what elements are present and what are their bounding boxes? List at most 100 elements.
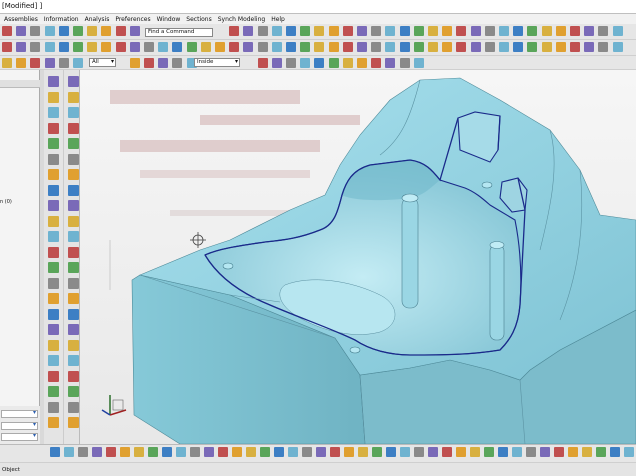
snap-scope-dropdown[interactable]: Inside	[194, 58, 240, 67]
find-command-input[interactable]: Find a Command	[145, 28, 213, 37]
graphics-viewport[interactable]	[80, 70, 636, 444]
toolbar-button-icon[interactable]	[399, 42, 410, 52]
toolbar-button-icon[interactable]	[596, 447, 606, 457]
toolbar-button-icon[interactable]	[215, 42, 225, 52]
toolbar-button-icon[interactable]	[186, 42, 197, 52]
vertical-tool-icon[interactable]	[68, 386, 79, 397]
toolbar-button-icon[interactable]	[570, 42, 580, 52]
toolbar-button-icon[interactable]	[64, 447, 74, 457]
toolbar-button-icon[interactable]	[30, 42, 41, 52]
toolbar-button-icon[interactable]	[385, 26, 396, 36]
vertical-tool-icon[interactable]	[48, 91, 59, 103]
toolbar-button-icon[interactable]	[399, 26, 410, 36]
vertical-tool-icon[interactable]	[68, 91, 79, 103]
toolbar-button-icon[interactable]	[442, 447, 452, 457]
toolbar-button-icon[interactable]	[129, 58, 140, 68]
toolbar-button-icon[interactable]	[58, 42, 69, 52]
toolbar-button-icon[interactable]	[612, 42, 623, 52]
vertical-tool-icon[interactable]	[68, 339, 79, 351]
toolbar-button-icon[interactable]	[73, 42, 83, 52]
vertical-tool-icon[interactable]	[48, 153, 59, 165]
toolbar-button-icon[interactable]	[456, 42, 467, 52]
toolbar-button-icon[interactable]	[513, 26, 524, 36]
toolbar-button-icon[interactable]	[328, 26, 339, 36]
toolbar-button-icon[interactable]	[2, 26, 12, 36]
toolbar-button-icon[interactable]	[499, 42, 509, 52]
toolbar-button-icon[interactable]	[372, 447, 382, 457]
toolbar-button-icon[interactable]	[243, 26, 254, 36]
vertical-tool-icon[interactable]	[48, 293, 59, 304]
toolbar-button-icon[interactable]	[358, 447, 368, 457]
vertical-tool-icon[interactable]	[48, 355, 59, 366]
menu-sections[interactable]: Sections	[186, 16, 211, 23]
toolbar-button-icon[interactable]	[2, 42, 12, 52]
toolbar-button-icon[interactable]	[413, 26, 424, 36]
toolbar-button-icon[interactable]	[400, 447, 410, 457]
navigator-item[interactable]: n (0)	[0, 199, 12, 205]
toolbar-button-icon[interactable]	[73, 58, 83, 68]
vertical-tool-icon[interactable]	[68, 401, 79, 413]
toolbar-button-icon[interactable]	[540, 447, 550, 457]
toolbar-button-icon[interactable]	[484, 42, 495, 52]
toolbar-button-icon[interactable]	[58, 58, 69, 68]
toolbar-button-icon[interactable]	[541, 42, 552, 52]
toolbar-button-icon[interactable]	[568, 447, 578, 457]
toolbar-button-icon[interactable]	[498, 447, 508, 457]
menu-synch-modeling[interactable]: Synch Modeling	[218, 16, 265, 23]
vertical-tool-icon[interactable]	[48, 308, 59, 320]
vertical-tool-icon[interactable]	[68, 215, 79, 227]
vertical-tool-icon[interactable]	[68, 231, 79, 242]
toolbar-button-icon[interactable]	[428, 447, 438, 457]
menu-information[interactable]: Information	[44, 16, 79, 23]
toolbar-button-icon[interactable]	[190, 447, 200, 457]
toolbar-button-icon[interactable]	[484, 447, 494, 457]
vertical-tool-icon[interactable]	[48, 401, 59, 413]
toolbar-button-icon[interactable]	[328, 58, 339, 68]
toolbar-button-icon[interactable]	[232, 447, 242, 457]
vertical-tool-icon[interactable]	[68, 293, 79, 304]
menu-window[interactable]: Window	[157, 16, 181, 23]
toolbar-button-icon[interactable]	[200, 42, 211, 52]
vertical-tool-icon[interactable]	[48, 370, 59, 382]
toolbar-button-icon[interactable]	[499, 26, 509, 36]
vertical-tool-icon[interactable]	[48, 138, 59, 149]
toolbar-button-icon[interactable]	[30, 26, 41, 36]
toolbar-button-icon[interactable]	[526, 447, 536, 457]
toolbar-button-icon[interactable]	[73, 26, 83, 36]
vertical-tool-icon[interactable]	[48, 417, 59, 428]
vertical-tool-icon[interactable]	[48, 386, 59, 397]
toolbar-button-icon[interactable]	[527, 42, 538, 52]
toolbar-button-icon[interactable]	[428, 42, 438, 52]
vertical-tool-icon[interactable]	[48, 324, 59, 335]
toolbar-button-icon[interactable]	[598, 42, 609, 52]
toolbar-button-icon[interactable]	[314, 26, 325, 36]
vertical-tool-icon[interactable]	[68, 122, 79, 134]
toolbar-button-icon[interactable]	[243, 42, 254, 52]
toolbar-button-icon[interactable]	[300, 26, 311, 36]
vertical-tool-icon[interactable]	[48, 200, 59, 211]
vertical-tool-icon[interactable]	[68, 324, 79, 335]
toolbar-button-icon[interactable]	[582, 447, 592, 457]
toolbar-button-icon[interactable]	[274, 447, 284, 457]
toolbar-button-icon[interactable]	[288, 447, 298, 457]
toolbar-button-icon[interactable]	[176, 447, 186, 457]
vertical-tool-icon[interactable]	[48, 76, 59, 87]
toolbar-button-icon[interactable]	[92, 447, 102, 457]
vertical-tool-icon[interactable]	[68, 262, 79, 273]
toolbar-button-icon[interactable]	[286, 42, 296, 52]
toolbar-button-icon[interactable]	[385, 58, 396, 68]
toolbar-button-icon[interactable]	[106, 447, 116, 457]
toolbar-button-icon[interactable]	[16, 42, 27, 52]
vertical-tool-icon[interactable]	[68, 200, 79, 211]
vertical-tool-icon[interactable]	[68, 107, 79, 118]
vertical-tool-icon[interactable]	[48, 169, 59, 180]
toolbar-button-icon[interactable]	[342, 42, 353, 52]
toolbar-button-icon[interactable]	[218, 447, 228, 457]
toolbar-button-icon[interactable]	[342, 58, 353, 68]
vertical-tool-icon[interactable]	[48, 184, 59, 196]
details-field-1[interactable]	[1, 409, 38, 418]
menu-analysis[interactable]: Analysis	[85, 16, 110, 23]
toolbar-button-icon[interactable]	[158, 58, 169, 68]
toolbar-button-icon[interactable]	[229, 42, 240, 52]
toolbar-button-icon[interactable]	[172, 58, 183, 68]
